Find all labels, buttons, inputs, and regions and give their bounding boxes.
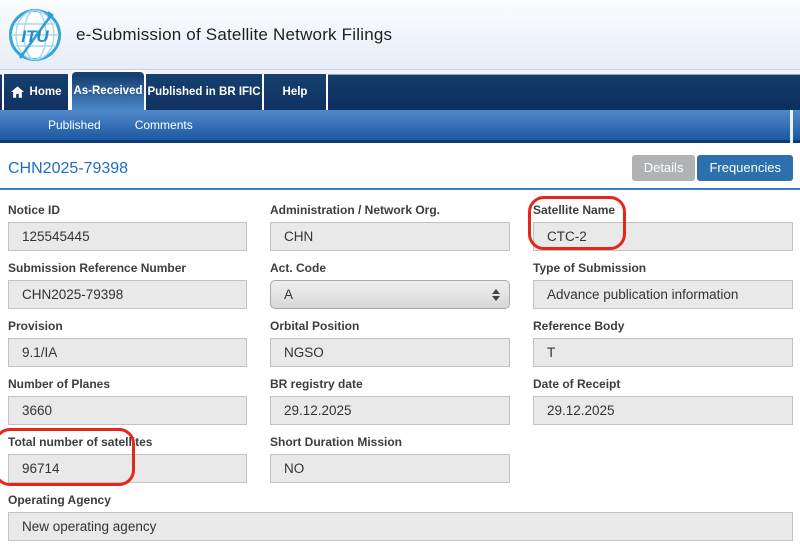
date-of-receipt-input: 29.12.2025: [533, 396, 793, 425]
field-administration: Administration / Network Org. CHN: [270, 203, 510, 251]
reference-body-label: Reference Body: [533, 319, 793, 333]
date-of-receipt-label: Date of Receipt: [533, 377, 793, 391]
administration-label: Administration / Network Org.: [270, 203, 510, 217]
field-operating-agency: Operating Agency New operating agency: [8, 493, 793, 541]
tab-published-in-br-ific[interactable]: Published in BR IFIC: [146, 74, 264, 110]
reference-body-input: T: [533, 338, 793, 367]
field-orbital-position: Orbital Position NGSO: [270, 319, 510, 367]
main-navigation: Home As-Received Published in BR IFIC He…: [0, 70, 800, 110]
tab-published-in-br-ific-label: Published in BR IFIC: [147, 86, 260, 98]
itu-logo-text: ITU: [21, 27, 49, 46]
total-satellites-label: Total number of satellites: [8, 435, 247, 449]
br-registry-date-input: 29.12.2025: [270, 396, 510, 425]
total-satellites-input: 96714: [8, 454, 247, 483]
page-title: CHN2025-79398: [8, 160, 128, 178]
home-icon: [11, 86, 24, 98]
field-date-of-receipt: Date of Receipt 29.12.2025: [533, 377, 793, 425]
operating-agency-label: Operating Agency: [8, 493, 793, 507]
orbital-position-input: NGSO: [270, 338, 510, 367]
notice-id-input: 125545445: [8, 222, 247, 251]
field-short-duration-mission: Short Duration Mission NO: [270, 435, 510, 483]
number-of-planes-input: 3660: [8, 396, 247, 425]
select-spinner-icon: [492, 289, 500, 301]
subnav-item-comments[interactable]: Comments: [135, 118, 193, 132]
number-of-planes-label: Number of Planes: [8, 377, 247, 391]
administration-input: CHN: [270, 222, 510, 251]
act-code-value: A: [284, 287, 293, 302]
satellite-name-label: Satellite Name: [533, 203, 793, 217]
field-satellite-name: Satellite Name CTC-2: [533, 203, 793, 251]
operating-agency-input: New operating agency: [8, 512, 793, 541]
short-duration-mission-input: NO: [270, 454, 510, 483]
filing-details-form: Notice ID 125545445 Administration / Net…: [8, 203, 800, 541]
details-button[interactable]: Details: [632, 155, 696, 181]
page-header-row: CHN2025-79398 Details Frequencies: [0, 143, 800, 188]
app-header: ITU e-Submission of Satellite Network Fi…: [0, 0, 800, 70]
provision-input: 9.1/IA: [8, 338, 247, 367]
itu-logo-icon: ITU: [8, 8, 62, 62]
field-type-of-submission: Type of Submission Advance publication i…: [533, 261, 793, 309]
tab-help-label: Help: [283, 86, 308, 98]
field-provision: Provision 9.1/IA: [8, 319, 247, 367]
notice-id-label: Notice ID: [8, 203, 247, 217]
type-of-submission-input: Advance publication information: [533, 280, 793, 309]
provision-label: Provision: [8, 319, 247, 333]
app-title: e-Submission of Satellite Network Filing…: [76, 25, 392, 45]
submission-reference-label: Submission Reference Number: [8, 261, 247, 275]
act-code-select[interactable]: A: [270, 280, 510, 309]
field-br-registry-date: BR registry date 29.12.2025: [270, 377, 510, 425]
orbital-position-label: Orbital Position: [270, 319, 510, 333]
type-of-submission-label: Type of Submission: [533, 261, 793, 275]
field-number-of-planes: Number of Planes 3660: [8, 377, 247, 425]
tab-as-received-label: As-Received: [73, 85, 142, 97]
subnav-item-published[interactable]: Published: [48, 118, 101, 132]
br-registry-date-label: BR registry date: [270, 377, 510, 391]
field-submission-reference: Submission Reference Number CHN2025-7939…: [8, 261, 247, 309]
tab-help[interactable]: Help: [264, 74, 328, 110]
field-total-satellites: Total number of satellites 96714: [8, 435, 247, 483]
field-spacer: [533, 435, 793, 483]
frequencies-button[interactable]: Frequencies: [697, 155, 793, 181]
field-reference-body: Reference Body T: [533, 319, 793, 367]
title-divider: [0, 188, 800, 190]
tab-home-label: Home: [30, 86, 62, 98]
satellite-name-input: CTC-2: [533, 222, 793, 251]
act-code-label: Act. Code: [270, 261, 510, 275]
short-duration-mission-label: Short Duration Mission: [270, 435, 510, 449]
sub-navigation: Published Comments: [0, 110, 800, 143]
scrollbar-track: [790, 110, 793, 143]
field-notice-id: Notice ID 125545445: [8, 203, 247, 251]
tab-home[interactable]: Home: [2, 74, 70, 110]
submission-reference-input: CHN2025-79398: [8, 280, 247, 309]
tab-as-received[interactable]: As-Received: [70, 70, 146, 110]
field-act-code: Act. Code A: [270, 261, 510, 309]
view-switch-buttons: Details Frequencies: [632, 155, 793, 181]
